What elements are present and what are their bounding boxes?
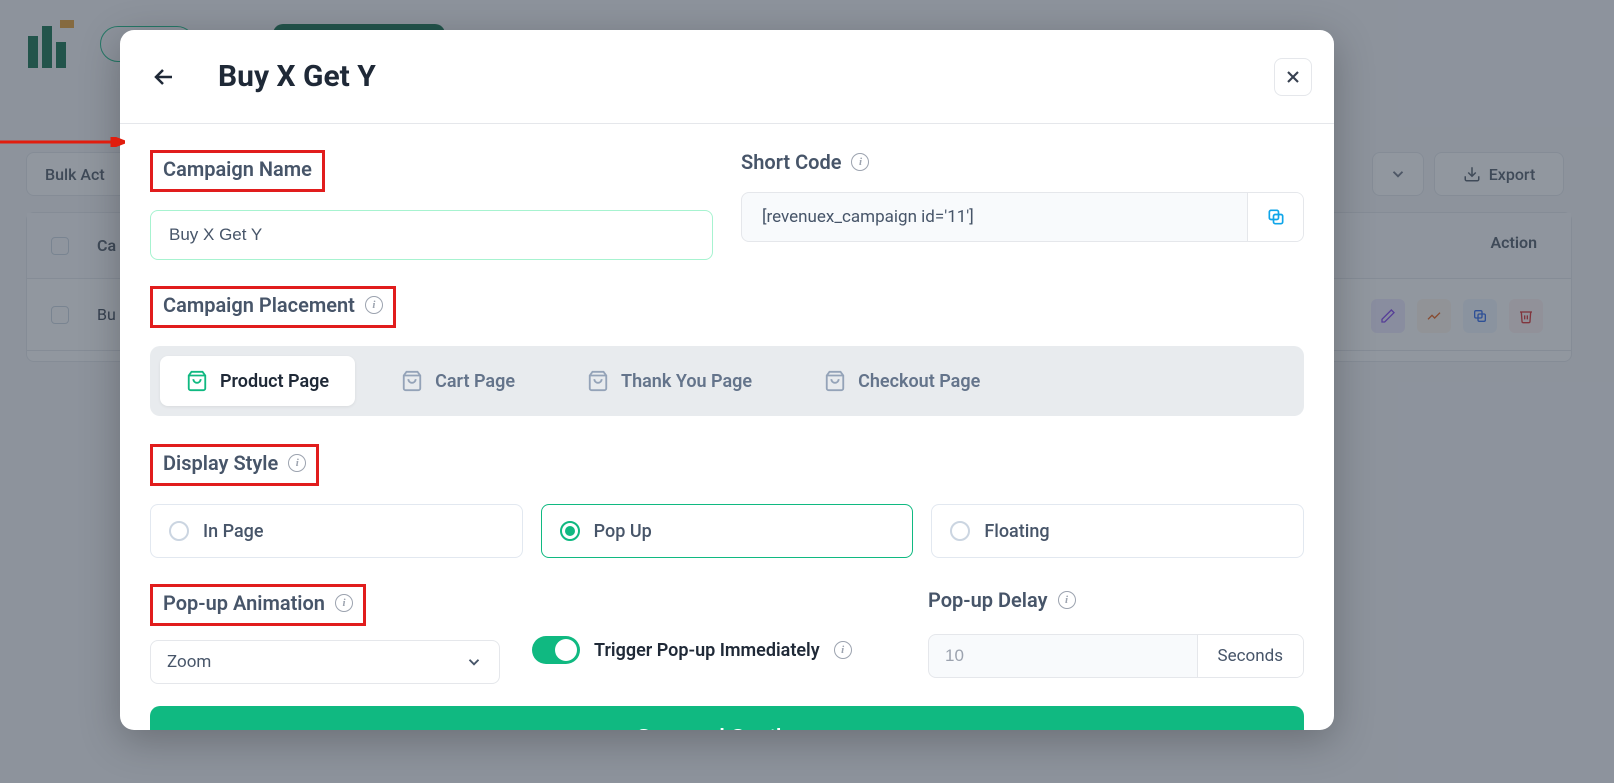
popup-animation-label: Pop-up Animation i <box>150 584 366 626</box>
radio-icon <box>950 521 970 541</box>
placement-tab-product-page[interactable]: Product Page <box>160 356 355 406</box>
campaign-modal: Buy X Get Y Campaign Name Short Code i [… <box>120 30 1334 730</box>
trigger-immediate-toggle[interactable] <box>532 636 580 664</box>
popup-delay-input[interactable] <box>929 635 1197 677</box>
trigger-immediate-label: Trigger Pop-up Immediately i <box>594 640 852 661</box>
placement-tab-checkout-page[interactable]: Checkout Page <box>798 356 1006 406</box>
shortcode-value: [revenuex_campaign id='11'] <box>742 193 1247 241</box>
campaign-placement-label: Campaign Placement i <box>150 286 396 328</box>
tab-label: Cart Page <box>435 371 515 392</box>
close-button[interactable] <box>1274 58 1312 96</box>
back-button[interactable] <box>150 63 178 91</box>
modal-body: Campaign Name Short Code i [revenuex_cam… <box>120 124 1334 730</box>
tab-label: Checkout Page <box>858 371 980 392</box>
display-style-label: Display Style i <box>150 444 319 486</box>
bag-icon <box>401 370 423 392</box>
placement-tab-thankyou-page[interactable]: Thank You Page <box>561 356 778 406</box>
modal-header: Buy X Get Y <box>120 30 1334 124</box>
shortcode-field: [revenuex_campaign id='11'] <box>741 192 1304 242</box>
popup-delay-unit: Seconds <box>1197 635 1303 677</box>
info-icon[interactable]: i <box>288 454 306 472</box>
placement-tabs: Product Page Cart Page Thank You Page <box>150 346 1304 416</box>
save-continue-button[interactable]: Save and Continue <box>150 706 1304 730</box>
bag-icon <box>186 370 208 392</box>
display-style-group: In Page Pop Up Floating <box>150 504 1304 558</box>
info-icon[interactable]: i <box>834 641 852 659</box>
copy-shortcode-button[interactable] <box>1247 193 1303 241</box>
short-code-label: Short Code i <box>741 150 869 174</box>
radio-icon <box>169 521 189 541</box>
tab-label: Thank You Page <box>621 371 752 392</box>
placement-tab-cart-page[interactable]: Cart Page <box>375 356 541 406</box>
tab-label: Product Page <box>220 371 329 392</box>
info-icon[interactable]: i <box>365 296 383 314</box>
campaign-name-label: Campaign Name <box>150 150 325 192</box>
info-icon[interactable]: i <box>1058 591 1076 609</box>
annotation-arrow <box>0 137 125 147</box>
display-option-floating[interactable]: Floating <box>931 504 1304 558</box>
bag-icon <box>587 370 609 392</box>
info-icon[interactable]: i <box>335 594 353 612</box>
display-option-popup[interactable]: Pop Up <box>541 504 914 558</box>
modal-title: Buy X Get Y <box>218 59 376 94</box>
radio-icon <box>560 521 580 541</box>
popup-animation-select[interactable]: Zoom <box>150 640 500 684</box>
popup-delay-label: Pop-up Delay i <box>928 584 1086 620</box>
popup-delay-field: Seconds <box>928 634 1304 678</box>
info-icon[interactable]: i <box>851 153 869 171</box>
chevron-down-icon <box>465 653 483 671</box>
bag-icon <box>824 370 846 392</box>
display-option-inpage[interactable]: In Page <box>150 504 523 558</box>
campaign-name-input[interactable] <box>150 210 713 260</box>
